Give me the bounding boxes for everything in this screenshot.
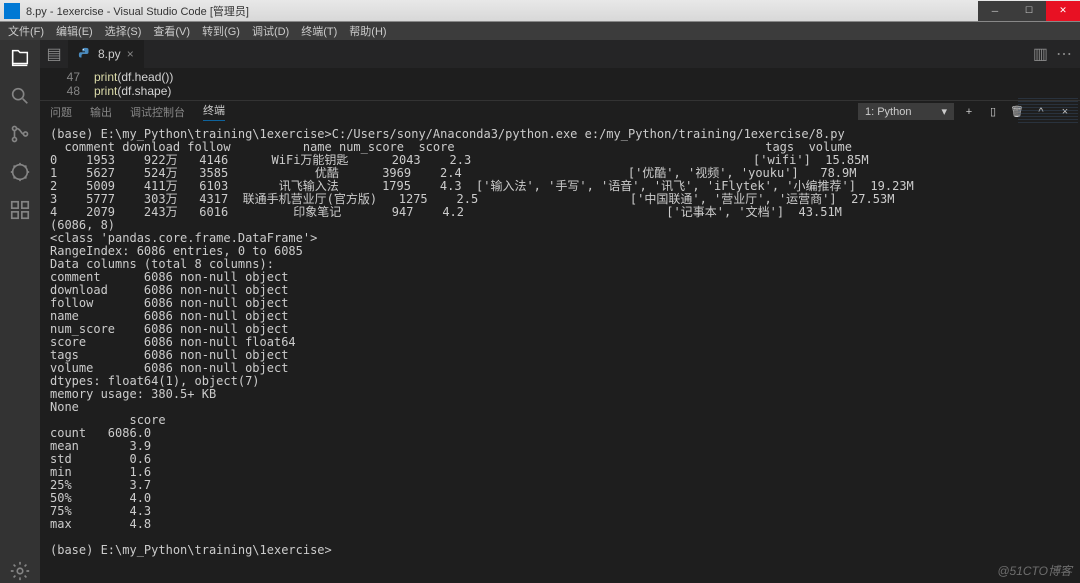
debug-icon[interactable] <box>8 160 32 184</box>
extensions-icon[interactable] <box>8 198 32 222</box>
chevron-down-icon: ▾ <box>941 105 947 118</box>
more-actions-icon[interactable]: ⋯ <box>1056 44 1072 64</box>
code-editor[interactable]: 47print(df.head()) 48print(df.shape) <box>40 68 1080 100</box>
watermark: @51CTO博客 <box>997 562 1072 579</box>
menu-help[interactable]: 帮助(H) <box>345 23 390 39</box>
search-icon[interactable] <box>8 84 32 108</box>
terminal-selector[interactable]: 1: Python▾ <box>858 103 954 120</box>
panel-tab-output[interactable]: 输出 <box>90 104 112 120</box>
python-file-icon <box>78 47 92 61</box>
window-title: 8.py - 1exercise - Visual Studio Code [管… <box>24 3 978 19</box>
settings-gear-icon[interactable] <box>8 559 32 583</box>
activity-bar <box>0 40 40 583</box>
menu-goto[interactable]: 转到(G) <box>198 23 244 39</box>
split-terminal-button[interactable]: ▯ <box>984 103 1002 121</box>
menu-edit[interactable]: 编辑(E) <box>52 23 97 39</box>
menu-view[interactable]: 查看(V) <box>149 23 194 39</box>
line-number: 47 <box>40 70 94 84</box>
menu-terminal[interactable]: 终端(T) <box>297 23 341 39</box>
editor-tabbar: ▤ 8.py × ▥ ⋯ <box>40 40 1080 68</box>
window-minimize-button[interactable]: ─ <box>978 1 1012 21</box>
panel-tabbar: 问题 输出 调试控制台 终端 1: Python▾ + ▯ 🗑 ^ × <box>40 100 1080 122</box>
new-terminal-button[interactable]: + <box>960 103 978 121</box>
tab-8py[interactable]: 8.py × <box>68 40 145 68</box>
menu-file[interactable]: 文件(F) <box>4 23 48 39</box>
explorer-icon[interactable] <box>8 46 32 70</box>
window-maximize-button[interactable]: ☐ <box>1012 1 1046 21</box>
source-control-icon[interactable] <box>8 122 32 146</box>
panel-tab-terminal[interactable]: 终端 <box>203 102 225 121</box>
window-titlebar: 8.py - 1exercise - Visual Studio Code [管… <box>0 0 1080 22</box>
line-number: 48 <box>40 84 94 98</box>
menu-debug[interactable]: 调试(D) <box>248 23 293 39</box>
panel-tab-debugconsole[interactable]: 调试控制台 <box>130 104 185 120</box>
panel-tab-problems[interactable]: 问题 <box>50 104 72 120</box>
menu-selection[interactable]: 选择(S) <box>101 23 146 39</box>
minimap[interactable] <box>1018 98 1078 124</box>
breadcrumb-toggle-icon[interactable]: ▤ <box>40 40 68 68</box>
menubar: 文件(F) 编辑(E) 选择(S) 查看(V) 转到(G) 调试(D) 终端(T… <box>0 22 1080 40</box>
window-close-button[interactable]: ✕ <box>1046 1 1080 21</box>
app-icon <box>4 3 20 19</box>
split-editor-icon[interactable]: ▥ <box>1033 44 1048 64</box>
terminal-output[interactable]: (base) E:\my_Python\training\1exercise>C… <box>40 122 1080 583</box>
tab-close-icon[interactable]: × <box>127 47 134 61</box>
tab-filename: 8.py <box>98 47 121 61</box>
